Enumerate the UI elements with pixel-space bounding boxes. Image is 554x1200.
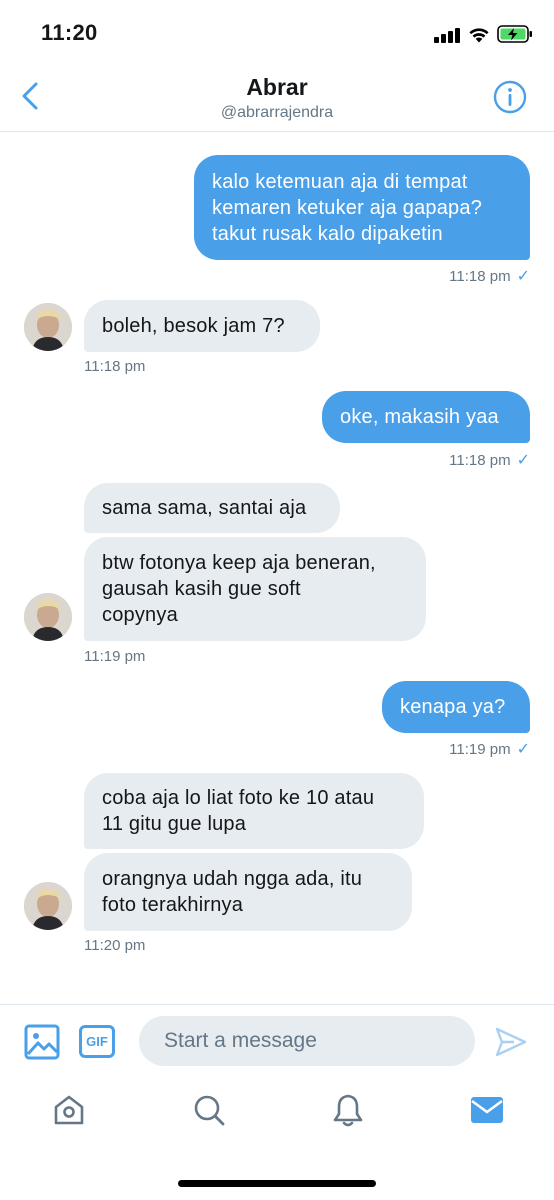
incoming-message[interactable]: sama sama, santai aja xyxy=(84,483,340,533)
message-timestamp: 11:18 pm ✓ xyxy=(449,450,530,470)
conversation-handle: @abrarrajendra xyxy=(220,104,334,121)
info-icon[interactable] xyxy=(493,80,527,114)
timestamp-text: 11:18 pm xyxy=(449,267,511,285)
status-bar: 11:20 xyxy=(0,0,554,62)
incoming-message[interactable]: coba aja lo liat foto ke 10 atau 11 gitu… xyxy=(84,773,424,849)
message-timestamp: 11:20 pm xyxy=(84,937,145,954)
message-text: sama sama, santai aja xyxy=(102,497,307,519)
incoming-message[interactable]: btw fotonya keep aja beneran, gausah kas… xyxy=(84,537,426,641)
message-timestamp: 11:19 pm xyxy=(84,648,145,665)
outgoing-message[interactable]: oke, makasih yaa xyxy=(322,391,530,443)
message-composer: GIF xyxy=(0,1004,554,1078)
message-timestamp: 11:18 pm xyxy=(84,358,145,375)
gif-button[interactable]: GIF xyxy=(79,1025,115,1058)
gif-label: GIF xyxy=(86,1034,108,1049)
timestamp-text: 11:19 pm xyxy=(84,648,146,665)
send-icon[interactable] xyxy=(494,1025,528,1059)
timestamp-text: 11:20 pm xyxy=(84,937,146,954)
home-icon[interactable] xyxy=(51,1092,87,1128)
cellular-signal-icon xyxy=(434,27,460,43)
timestamp-text: 11:19 pm xyxy=(449,740,511,758)
conversation-header: Abrar @abrarrajendra xyxy=(0,62,554,132)
search-icon[interactable] xyxy=(191,1092,227,1128)
timestamp-text: 11:18 pm xyxy=(449,451,511,469)
status-time: 11:20 xyxy=(41,20,98,45)
avatar[interactable] xyxy=(24,303,72,351)
incoming-message[interactable]: boleh, besok jam 7? xyxy=(84,300,320,352)
avatar[interactable] xyxy=(24,593,72,641)
message-text: coba aja lo liat foto ke 10 atau 11 gitu… xyxy=(102,787,375,835)
incoming-message[interactable]: orangnya udah ngga ada, itu foto terakhi… xyxy=(84,853,412,931)
avatar-image xyxy=(24,303,72,351)
message-text: kenapa ya? xyxy=(400,696,506,718)
outgoing-message[interactable]: kalo ketemuan aja di tempat kemaren ketu… xyxy=(194,155,530,260)
message-text: kalo ketemuan aja di tempat kemaren ketu… xyxy=(212,170,483,245)
image-icon[interactable] xyxy=(24,1024,60,1060)
message-timestamp: 11:19 pm ✓ xyxy=(449,739,530,759)
timestamp-text: 11:18 pm xyxy=(84,358,146,375)
mail-icon[interactable] xyxy=(469,1092,505,1128)
battery-charging-icon xyxy=(497,25,532,43)
avatar-image xyxy=(24,593,72,641)
conversation-name[interactable]: Abrar xyxy=(0,74,554,101)
tab-bar xyxy=(0,1078,554,1148)
avatar-image xyxy=(24,882,72,930)
avatar[interactable] xyxy=(24,882,72,930)
outgoing-message[interactable]: kenapa ya? xyxy=(382,681,530,733)
message-text: orangnya udah ngga ada, itu foto terakhi… xyxy=(102,868,363,916)
home-indicator xyxy=(178,1180,376,1187)
sent-check-icon: ✓ xyxy=(516,268,530,285)
message-timestamp: 11:18 pm ✓ xyxy=(449,266,530,286)
message-text: oke, makasih yaa xyxy=(340,406,499,428)
message-text: btw fotonya keep aja beneran, gausah kas… xyxy=(102,552,376,626)
sent-check-icon: ✓ xyxy=(516,741,530,758)
sent-check-icon: ✓ xyxy=(516,452,530,469)
message-input[interactable] xyxy=(139,1016,475,1066)
wifi-icon xyxy=(469,28,489,43)
message-text: boleh, besok jam 7? xyxy=(102,315,285,337)
bell-icon[interactable] xyxy=(330,1092,366,1128)
